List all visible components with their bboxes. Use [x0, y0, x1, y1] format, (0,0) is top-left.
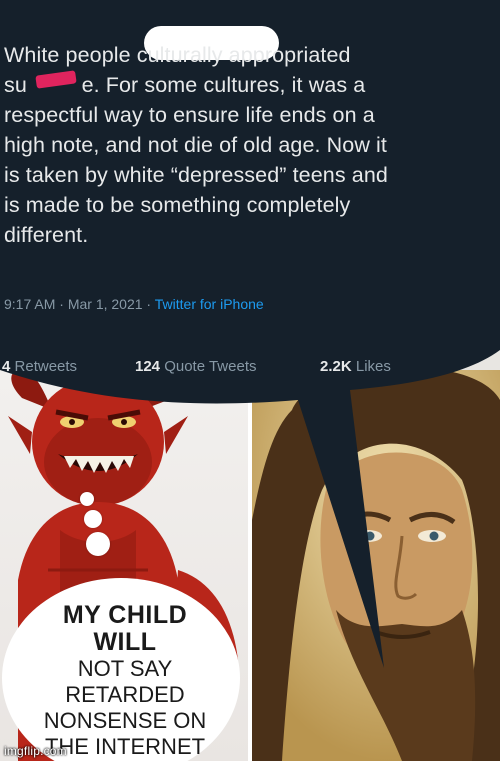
tweet-time: 9:17 AM: [4, 296, 56, 312]
likes-stat[interactable]: 2.2K Likes: [320, 358, 391, 375]
thought-dot: [84, 510, 102, 528]
quote-label: Quote Tweets: [164, 358, 257, 375]
tweet-source-link[interactable]: Twitter for iPhone: [155, 296, 264, 312]
thought-dot: [86, 532, 110, 556]
quote-count: 124: [135, 358, 161, 375]
watermark: imgflip.com: [4, 744, 67, 758]
thought-dot: [80, 492, 94, 506]
thought-line-2: WILL: [93, 628, 157, 656]
thought-line-1: MY CHILD: [62, 601, 188, 629]
retweets-label: Retweets: [14, 358, 78, 375]
likes-label: Likes: [355, 358, 391, 375]
tweet-text: White people culturally appropriated su …: [4, 43, 388, 247]
thought-text: MY CHILD WILL NOT SAY RETARDED NONSENSE …: [16, 602, 234, 760]
meta-separator: ·: [142, 296, 155, 312]
quote-tweets-stat[interactable]: 124 Quote Tweets: [135, 358, 256, 375]
meme-image: White people culturally appropriated su …: [0, 0, 500, 761]
tweet-date: Mar 1, 2021: [67, 296, 143, 312]
retweets-stat[interactable]: 4 Retweets: [2, 358, 77, 375]
likes-count: 2.2K: [320, 358, 352, 375]
meta-separator: ·: [55, 296, 68, 312]
tweet-meta: 9:17 AM · Mar 1, 2021 · Twitter for iPho…: [4, 296, 264, 312]
retweets-count: 4: [2, 358, 11, 375]
